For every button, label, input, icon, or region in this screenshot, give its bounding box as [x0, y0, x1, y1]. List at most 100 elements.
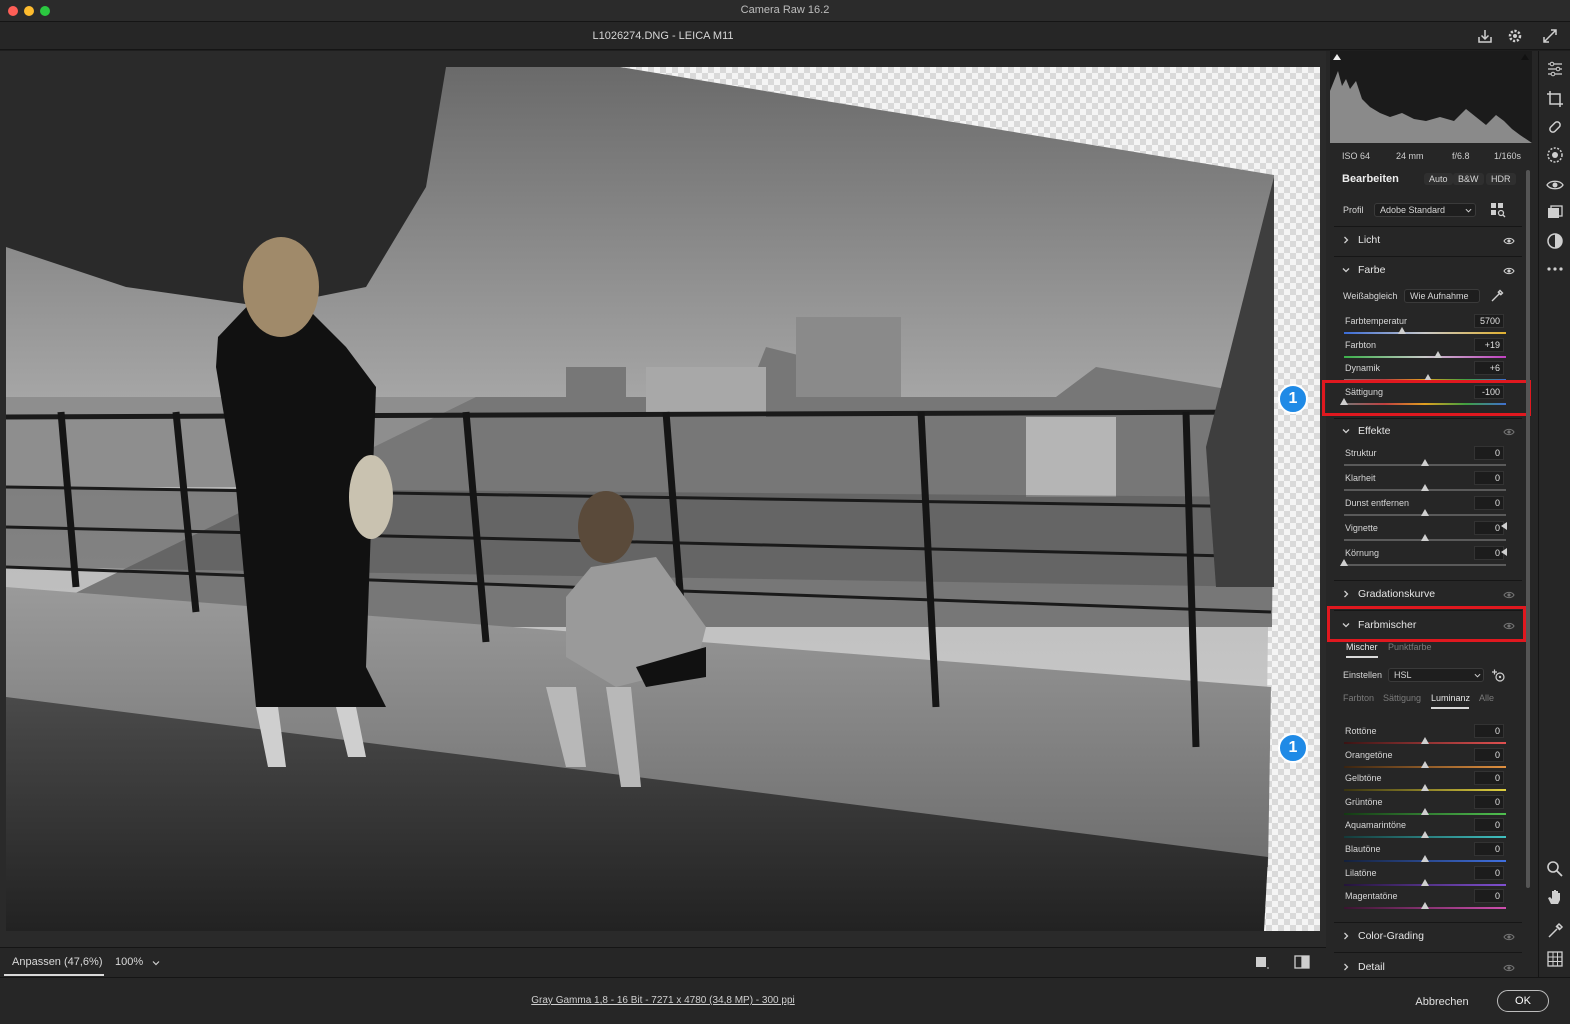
subtab-farbton[interactable]: Farbton	[1343, 693, 1374, 703]
auto-button[interactable]: Auto	[1424, 173, 1453, 185]
color-sampler-icon[interactable]	[1545, 921, 1565, 941]
section-effekte[interactable]: Effekte	[1358, 425, 1391, 437]
section-detail[interactable]: Detail	[1358, 961, 1385, 973]
more-options-icon[interactable]	[1545, 259, 1565, 279]
einstellen-label: Einstellen	[1343, 670, 1383, 680]
save-image-icon[interactable]	[1476, 27, 1494, 45]
masking-icon[interactable]	[1545, 145, 1565, 165]
chevron-right-icon[interactable]	[1342, 932, 1350, 940]
slider-value-input[interactable]: 0	[1474, 771, 1504, 786]
section-licht[interactable]: Licht	[1358, 234, 1380, 246]
slider-thumb[interactable]	[1421, 855, 1429, 862]
section-gradationskurve[interactable]: Gradationskurve	[1358, 588, 1435, 600]
slider-thumb[interactable]	[1433, 350, 1442, 358]
single-view-icon[interactable]	[1255, 955, 1269, 969]
slider-value-input[interactable]: 5700	[1474, 314, 1504, 328]
before-after-icon[interactable]	[1294, 954, 1310, 970]
panel-scrollbar[interactable]	[1526, 170, 1530, 888]
ok-button[interactable]: OK	[1497, 990, 1549, 1012]
slider-value-input[interactable]: 0	[1474, 496, 1504, 510]
eye-icon[interactable]	[1503, 963, 1515, 973]
chevron-down-icon[interactable]	[1342, 427, 1350, 435]
zoom-100-button[interactable]: 100%	[115, 956, 143, 968]
slider-value-input[interactable]: 0	[1474, 471, 1504, 485]
slider-value-input[interactable]: 0	[1474, 724, 1504, 738]
slider-track[interactable]	[1344, 564, 1506, 566]
slider-value-input[interactable]: 0	[1474, 747, 1504, 762]
gear-icon[interactable]	[1506, 27, 1524, 45]
slider-value-input[interactable]: 0	[1474, 865, 1504, 880]
chevron-right-icon[interactable]	[1342, 236, 1350, 244]
presets-icon[interactable]	[1545, 231, 1565, 251]
cancel-button[interactable]: Abbrechen	[1404, 991, 1480, 1013]
slider-thumb[interactable]	[1421, 459, 1429, 466]
slider-thumb[interactable]	[1421, 784, 1429, 792]
grid-overlay-icon[interactable]	[1545, 949, 1565, 969]
slider-thumb[interactable]	[1421, 737, 1429, 744]
slider-value-input[interactable]: 0	[1474, 889, 1504, 904]
slider-thumb[interactable]	[1421, 902, 1429, 910]
eye-icon[interactable]	[1503, 932, 1515, 942]
slider-value-input[interactable]: 0	[1474, 842, 1504, 856]
chevron-right-icon[interactable]	[1342, 590, 1350, 598]
tool-strip	[1538, 51, 1570, 977]
snapshots-icon[interactable]	[1545, 203, 1565, 223]
tab-punktfarbe[interactable]: Punktfarbe	[1388, 642, 1432, 652]
slider-value-input[interactable]: 0	[1474, 446, 1504, 460]
chevron-down-icon[interactable]	[1342, 266, 1350, 274]
profile-browser-icon[interactable]	[1490, 202, 1506, 218]
slider-thumb[interactable]	[1398, 327, 1407, 334]
einstellen-dropdown[interactable]: HSL	[1388, 668, 1484, 682]
hdr-button[interactable]: HDR	[1486, 173, 1516, 185]
bw-button[interactable]: B&W	[1453, 173, 1484, 185]
section-farbe[interactable]: Farbe	[1358, 264, 1385, 276]
slider-thumb[interactable]	[1340, 559, 1348, 566]
healing-brush-icon[interactable]	[1545, 117, 1565, 137]
hand-tool-icon[interactable]	[1545, 887, 1565, 907]
slider-track[interactable]	[1344, 355, 1506, 358]
slider-value-input[interactable]: +19	[1474, 337, 1504, 352]
profile-dropdown[interactable]: Adobe Standard	[1374, 203, 1476, 217]
chevron-down-icon[interactable]	[152, 959, 160, 967]
subtab-saettigung[interactable]: Sättigung	[1383, 693, 1421, 703]
white-balance-dropdown[interactable]: Wie Aufnahme	[1404, 289, 1480, 303]
expand-triangle-icon[interactable]	[1500, 548, 1508, 556]
exif-focal: 24 mm	[1396, 151, 1424, 161]
subtab-alle[interactable]: Alle	[1479, 693, 1494, 703]
fullscreen-icon[interactable]	[1541, 27, 1559, 45]
eye-icon[interactable]	[1503, 236, 1515, 246]
slider-value-input[interactable]: 0	[1474, 818, 1504, 833]
slider-thumb[interactable]	[1421, 534, 1429, 541]
crop-icon[interactable]	[1545, 89, 1565, 109]
slider-thumb[interactable]	[1421, 484, 1429, 491]
chevron-right-icon[interactable]	[1342, 963, 1350, 971]
image-canvas[interactable]: 1 1	[0, 51, 1326, 947]
photo-preview[interactable]	[6, 67, 1320, 931]
eye-icon[interactable]	[1503, 590, 1515, 600]
section-color-grading[interactable]: Color-Grading	[1358, 930, 1424, 942]
slider-value-input[interactable]: +6	[1474, 361, 1504, 375]
zoom-fit-underline	[4, 974, 104, 976]
slider-track[interactable]	[1344, 332, 1506, 334]
subtab-luminanz[interactable]: Luminanz	[1431, 693, 1470, 703]
eye-icon[interactable]	[1503, 427, 1515, 437]
red-eye-icon[interactable]	[1545, 175, 1565, 195]
expand-triangle-icon[interactable]	[1500, 522, 1508, 530]
zoom-fit-button[interactable]: Anpassen (47,6%)	[12, 956, 103, 968]
slider-thumb[interactable]	[1421, 807, 1429, 815]
slider-thumb[interactable]	[1421, 760, 1429, 768]
tab-mischer[interactable]: Mischer	[1346, 642, 1378, 652]
slider-thumb[interactable]	[1421, 878, 1429, 886]
eye-icon[interactable]	[1503, 266, 1515, 276]
zoom-tool-icon[interactable]	[1545, 859, 1565, 879]
slider-value-input[interactable]: 0	[1474, 794, 1504, 809]
slider-thumb[interactable]	[1421, 509, 1429, 516]
shadow-clipping-icon[interactable]	[1332, 53, 1342, 63]
eyedropper-icon[interactable]	[1489, 288, 1505, 304]
highlight-clipping-icon[interactable]	[1520, 53, 1530, 63]
edit-sliders-icon[interactable]	[1545, 59, 1565, 79]
slider-thumb[interactable]	[1421, 831, 1429, 839]
white-balance-label: Weißabgleich	[1343, 291, 1398, 301]
workflow-options-link[interactable]: Gray Gamma 1,8 - 16 Bit - 7271 x 4780 (3…	[0, 995, 1326, 1006]
targeted-adjustment-icon[interactable]	[1490, 667, 1506, 683]
